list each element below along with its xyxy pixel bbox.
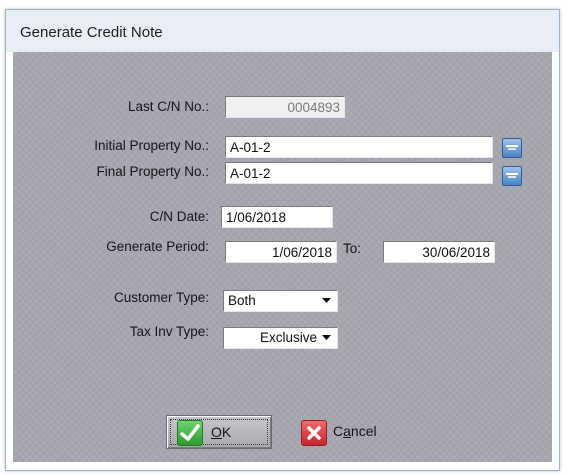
final-property-label: Final Property No.:: [96, 164, 209, 179]
dialog-title: Generate Credit Note: [20, 24, 163, 41]
period-to-field[interactable]: 30/06/2018: [383, 241, 495, 263]
last-cn-label: Last C/N No.:: [127, 99, 209, 114]
cn-date-label: C/N Date:: [149, 209, 209, 224]
final-property-lookup-button[interactable]: [502, 166, 522, 186]
generate-credit-note-dialog: Generate Credit Note Last C/N No.: 00048…: [5, 9, 560, 471]
title-bar[interactable]: Generate Credit Note: [6, 10, 559, 52]
customer-type-label: Customer Type:: [113, 290, 209, 305]
customer-type-value: Both: [228, 293, 256, 308]
chevron-down-icon: [322, 298, 331, 303]
lookup-icon: [506, 145, 518, 150]
lookup-icon: [506, 173, 518, 178]
checkmark-icon: [177, 420, 203, 446]
generate-period-label: Generate Period:: [106, 239, 209, 254]
tax-inv-type-select[interactable]: Exclusive: [223, 327, 338, 349]
tax-inv-type-label: Tax Inv Type:: [129, 324, 209, 339]
ok-button[interactable]: OK: [166, 415, 272, 449]
cancel-button[interactable]: Cancel: [293, 415, 403, 449]
tax-inv-type-dropdown-button[interactable]: [319, 329, 335, 347]
initial-property-field[interactable]: A-01-2: [225, 136, 493, 158]
tax-inv-type-value: Exclusive: [259, 330, 317, 345]
initial-property-lookup-button[interactable]: [502, 138, 522, 158]
customer-type-dropdown-button[interactable]: [319, 292, 335, 310]
chevron-down-icon: [322, 335, 331, 340]
close-x-icon: [301, 420, 327, 446]
last-cn-field: 0004893: [225, 96, 345, 118]
to-label: To:: [343, 241, 362, 256]
customer-type-select[interactable]: Both: [223, 290, 338, 312]
cancel-button-label: Cancel: [333, 423, 377, 439]
initial-property-label: Initial Property No.:: [94, 138, 209, 153]
final-property-field[interactable]: A-01-2: [225, 162, 493, 184]
dialog-body: Last C/N No.: 0004893 Initial Property N…: [13, 52, 552, 462]
ok-button-label: OK: [211, 424, 232, 440]
cn-date-field[interactable]: 1/06/2018: [221, 206, 333, 228]
period-from-field[interactable]: 1/06/2018: [225, 241, 337, 263]
